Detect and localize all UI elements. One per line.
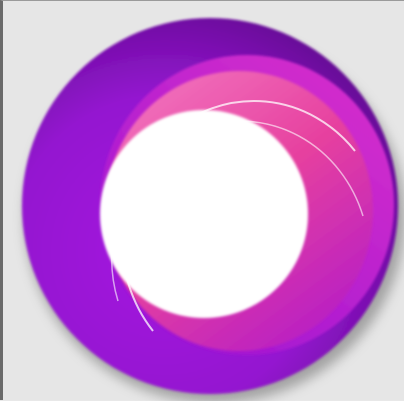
ring-logo-icon [22, 18, 404, 401]
inner-circle [100, 110, 308, 318]
app-icon-frame [0, 0, 404, 401]
